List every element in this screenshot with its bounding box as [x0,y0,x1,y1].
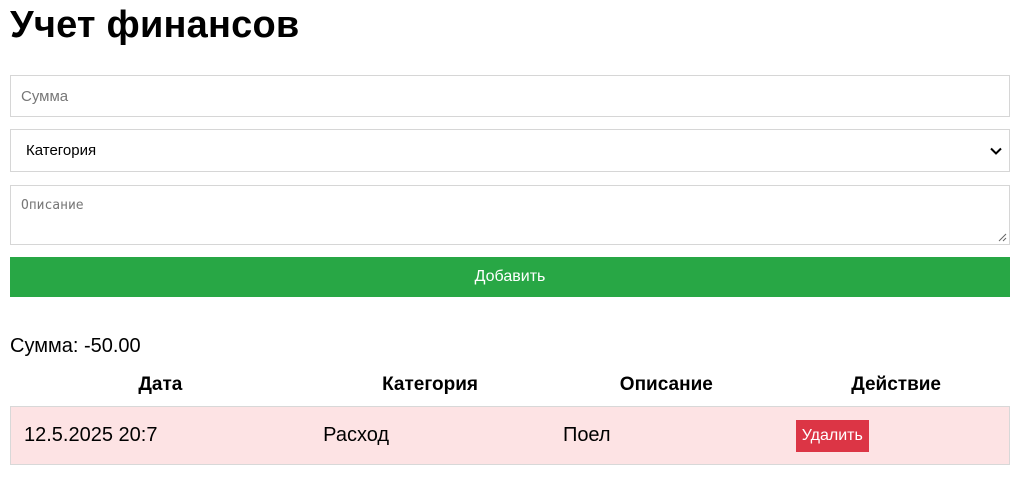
column-header-description: Описание [619,374,713,395]
add-button[interactable]: Добавить [10,257,1010,297]
resize-grip-icon[interactable] [998,233,1007,242]
column-header-action: Действие [851,374,942,395]
category-select[interactable]: Категория [10,129,1010,172]
delete-button[interactable]: Удалить [795,419,869,452]
chevron-down-icon [990,147,1002,155]
category-select-value: Категория [26,142,97,159]
total-value: -50.00 [83,335,141,357]
total-sum: Сумма: -50.00 [10,335,141,358]
column-header-date: Дата [138,374,183,395]
cell-description: Поел [549,406,783,465]
cell-date: 12.5.2025 20:7 [10,406,311,465]
finance-page: Учет финансов Категория Описание Добавит… [0,0,1017,490]
amount-input[interactable] [10,75,1010,117]
column-header-category: Категория [382,374,479,395]
total-label: Сумма: [10,335,79,357]
description-placeholder: Описание [21,198,84,213]
cell-category: Расход [310,406,550,465]
page-title: Учет финансов [10,4,300,46]
description-textarea[interactable]: Описание [10,185,1010,245]
table-header-row: Дата Категория Описание Действие [11,364,1010,407]
transactions-table: Дата Категория Описание Действие 12.5.20… [10,364,1010,465]
table-row: 12.5.2025 20:7 Расход Поел Удалить [10,406,1010,465]
cell-action: Удалить [782,406,1010,465]
